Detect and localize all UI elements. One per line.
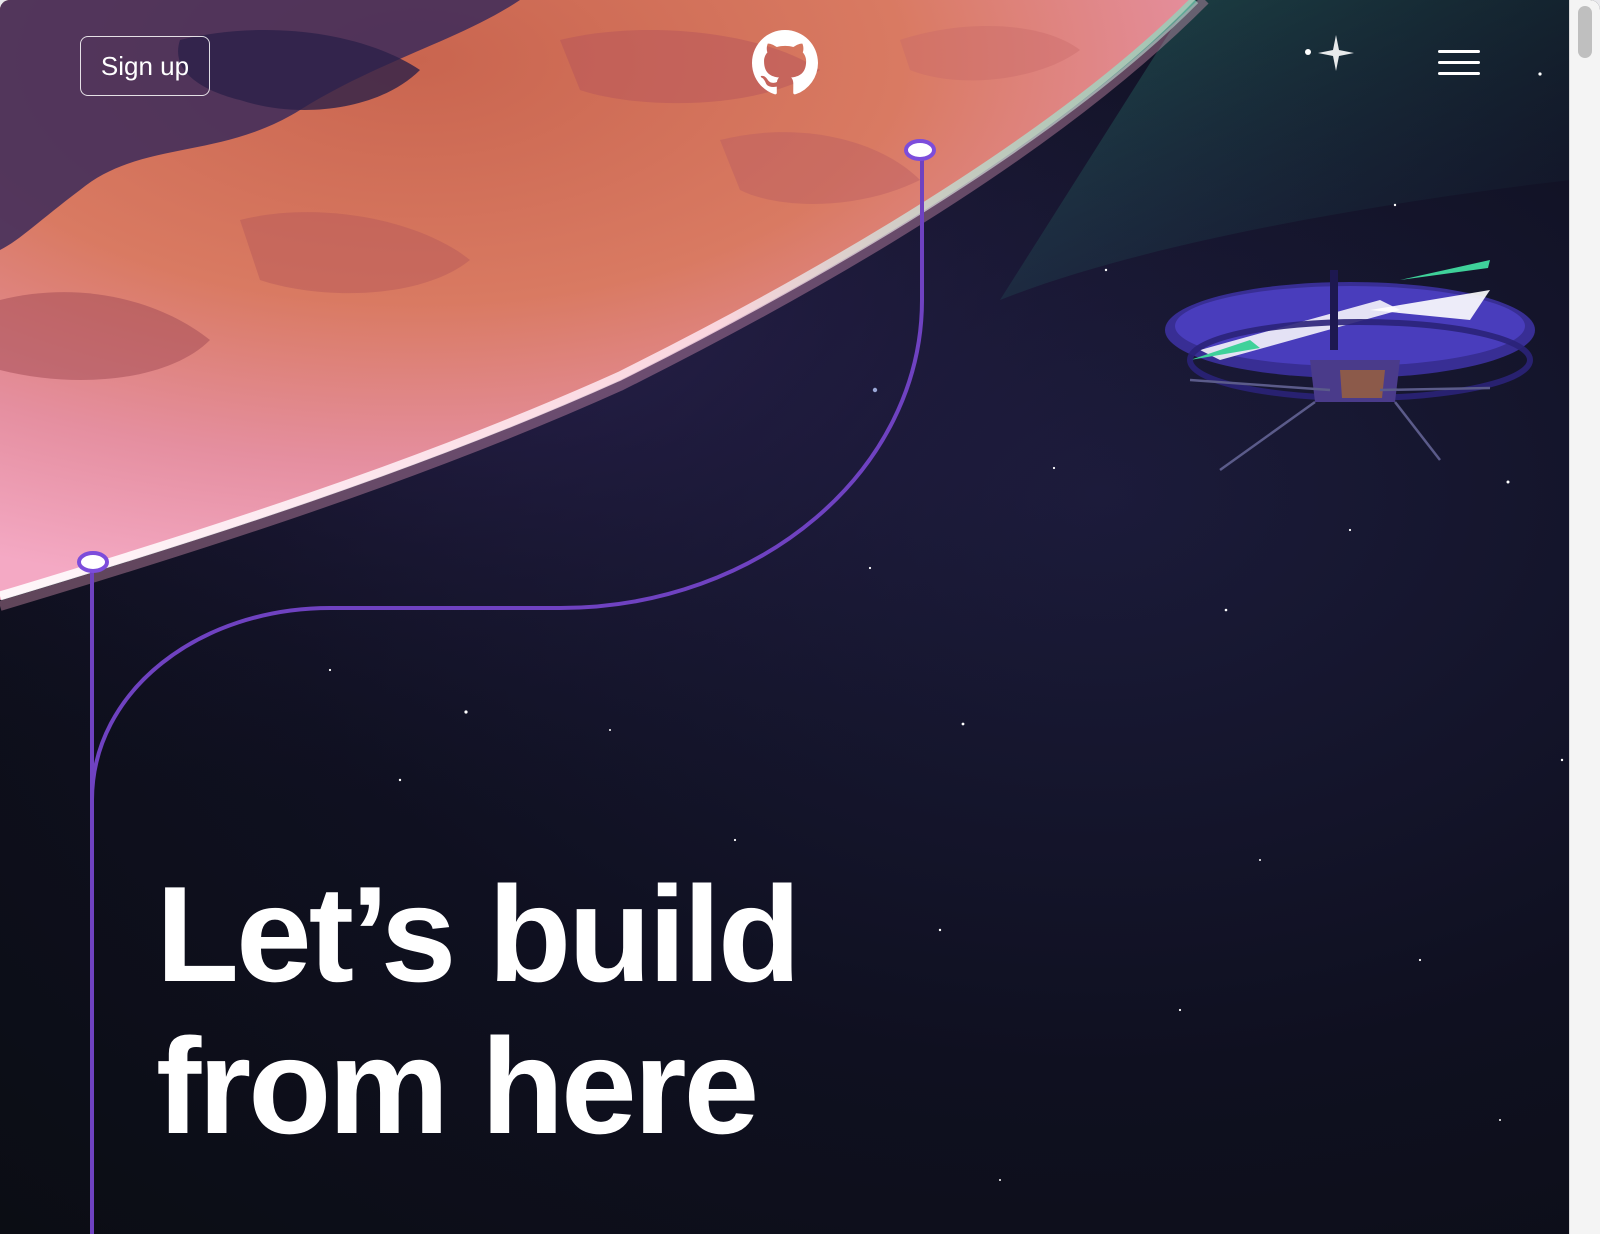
hero-title-line-1: Let’s build (156, 858, 801, 1010)
hamburger-menu-icon[interactable] (1436, 44, 1482, 80)
connector-node-top (904, 139, 936, 161)
hero-title-line-2: from here (156, 1010, 759, 1162)
browser-window: Sign up Let’s build from here (0, 0, 1600, 1234)
page-viewport: Sign up Let’s build from here (0, 0, 1570, 1234)
scrollbar[interactable] (1569, 0, 1600, 1234)
connector-node-left (77, 551, 109, 573)
hero-title: Let’s build from here (156, 858, 1056, 1162)
sign-up-button[interactable]: Sign up (80, 36, 210, 96)
github-mark-icon[interactable] (752, 30, 818, 96)
scrollbar-thumb[interactable] (1578, 6, 1592, 58)
